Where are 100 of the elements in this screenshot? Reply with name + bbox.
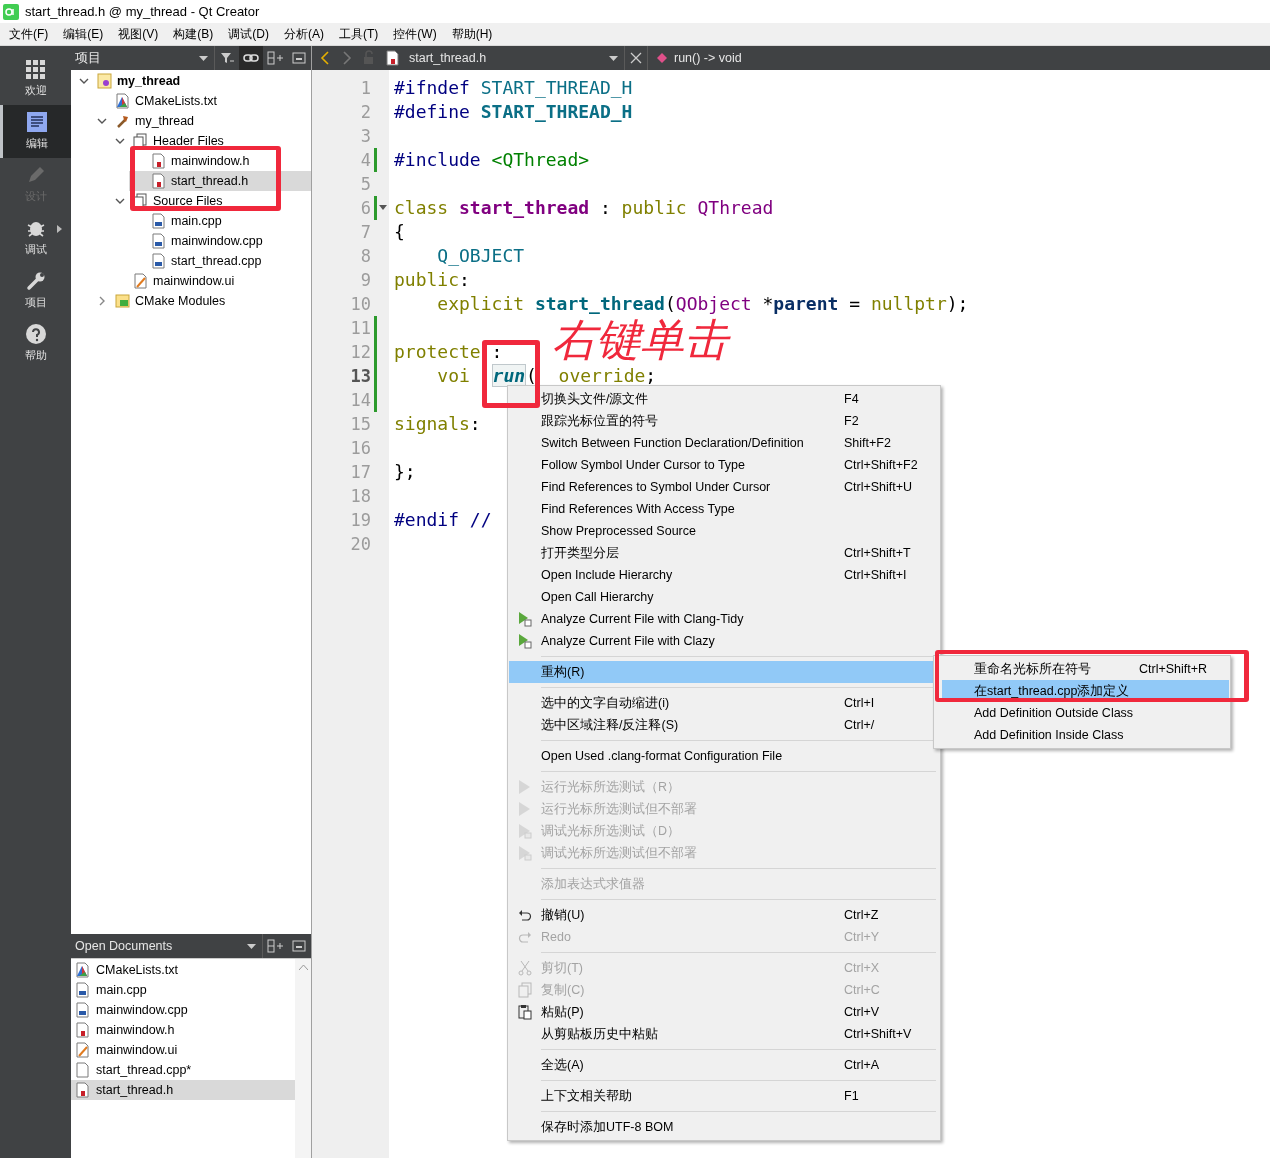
code-line: public:	[394, 269, 470, 290]
menu-item[interactable]: Add Definition Outside Class	[942, 702, 1229, 724]
tree-item[interactable]: Header Files	[111, 131, 311, 151]
menu-item[interactable]: 视图(V)	[111, 23, 167, 45]
menu-item[interactable]: 撤销(U) Ctrl+Z	[509, 904, 939, 926]
line-number: 5	[360, 174, 371, 194]
document-item[interactable]: start_thread.h	[71, 1080, 295, 1100]
line-number: 13	[350, 366, 371, 386]
menu-item[interactable]: 粘贴(P) Ctrl+V	[509, 1001, 939, 1023]
menu-item[interactable]: Analyze Current File with Clazy	[509, 630, 939, 652]
mode-button[interactable]: 欢迎	[0, 52, 71, 105]
code-line: #include <QThread>	[394, 149, 590, 170]
grid-icon[interactable]	[26, 59, 45, 79]
code-line: };	[394, 461, 416, 482]
line-number: 20	[350, 534, 371, 554]
menu-item[interactable]: 控件(W)	[386, 23, 445, 45]
line-number: 1	[360, 78, 371, 98]
mode-button[interactable]: 编辑	[0, 105, 71, 158]
menu-item[interactable]: Find References to Symbol Under Cursor Ctrl+Shift+U	[509, 476, 939, 498]
menu-item[interactable]: Follow Symbol Under Cursor to Type Ctrl+Shift+F2	[509, 454, 939, 476]
menu-item[interactable]: Show Preprocessed Source	[509, 520, 939, 542]
tree-item[interactable]: start_thread.cpp	[129, 251, 311, 271]
tree-item[interactable]: CMake Modules	[93, 291, 311, 311]
menu-item[interactable]: Switch Between Function Declaration/Definition Shift+F2	[509, 432, 939, 454]
menu-item[interactable]: 编辑(E)	[56, 23, 112, 45]
header-file-icon	[151, 153, 167, 169]
document-item[interactable]: CMakeLists.txt	[71, 960, 295, 980]
menu-item[interactable]: Analyze Current File with Clang-Tidy	[509, 608, 939, 630]
line-number: 11	[350, 318, 371, 338]
close-icon[interactable]	[624, 46, 648, 70]
play-icon	[518, 801, 532, 817]
menu-item[interactable]: 构建(B)	[166, 23, 222, 45]
highlight-frame	[482, 340, 540, 408]
code-line: #ifndef START_THREAD_H	[394, 77, 633, 98]
menu-item[interactable]: Find References With Access Type	[509, 498, 939, 520]
tree-item[interactable]: main.cpp	[129, 211, 311, 231]
code-line: class start_thread : public QThread	[394, 197, 774, 218]
menu-item[interactable]: Open Include Hierarchy Ctrl+Shift+I	[509, 564, 939, 586]
fold-arrow-icon[interactable]	[379, 205, 387, 211]
document-item[interactable]: mainwindow.h	[71, 1020, 295, 1040]
menu-item[interactable]: 从剪贴板历史中粘贴 Ctrl+Shift+V	[509, 1023, 939, 1045]
code-line: voi run( override;	[436, 364, 657, 387]
file-group-icon	[133, 193, 149, 209]
tree-item[interactable]: start_thread.h	[129, 171, 311, 191]
line-number: 16	[350, 438, 371, 458]
triangle-file-icon	[115, 93, 131, 109]
symbol-selector[interactable]: run() -> void	[674, 51, 742, 65]
menu-item[interactable]: 打开类型分层 Ctrl+Shift+T	[509, 542, 939, 564]
tree-item[interactable]: mainwindow.cpp	[129, 231, 311, 251]
document-icon[interactable]	[27, 112, 47, 132]
line-number: 17	[350, 462, 371, 482]
menu-item[interactable]: 保存时添加UTF-8 BOM	[509, 1116, 939, 1138]
menu-item[interactable]: 文件(F)	[2, 23, 57, 45]
menu-item[interactable]: 工具(T)	[332, 23, 387, 45]
document-item[interactable]: start_thread.cpp*	[71, 1060, 295, 1080]
tree-item[interactable]: my_thread	[75, 71, 311, 91]
panel-title: Open Documents	[75, 939, 174, 953]
tree-item[interactable]: CMakeLists.txt	[93, 91, 311, 111]
wrench-icon[interactable]	[25, 271, 46, 291]
menu-item[interactable]: 上下文相关帮助 F1	[509, 1085, 939, 1107]
code-line: explicit start_thread(QObject *parent = nullptr);	[436, 293, 969, 314]
source-file-icon	[75, 982, 91, 998]
form-file-icon	[133, 273, 149, 289]
undo-icon	[518, 908, 532, 922]
dropdown-caret-icon[interactable]	[199, 55, 208, 61]
document-item[interactable]: mainwindow.ui	[71, 1040, 295, 1060]
tree-item[interactable]: my_thread	[93, 111, 311, 131]
menu-item[interactable]: 跟踪光标位置的符号 F2	[509, 410, 939, 432]
dropdown-caret-icon[interactable]	[609, 55, 618, 61]
mode-button[interactable]: 帮助	[0, 317, 71, 370]
header-file-icon	[385, 50, 401, 66]
line-number: 3	[360, 126, 371, 146]
scrollbar[interactable]	[295, 959, 311, 1158]
menu-item[interactable]: 调试(D)	[221, 23, 277, 45]
menu-item[interactable]: Add Definition Inside Class	[942, 724, 1229, 746]
file-selector[interactable]: start_thread.h	[409, 51, 607, 65]
mode-button[interactable]: 项目	[0, 264, 71, 317]
line-number: 4	[360, 150, 371, 170]
document-item[interactable]: main.cpp	[71, 980, 295, 1000]
menu-item[interactable]: Open Call Hierarchy	[509, 586, 939, 608]
expand-arrow-icon[interactable]	[57, 225, 62, 233]
line-number: 8	[360, 246, 371, 266]
help-icon[interactable]	[25, 324, 46, 344]
tree-item[interactable]: mainwindow.ui	[111, 271, 311, 291]
menu-item[interactable]: 帮助(H)	[444, 23, 501, 45]
hammer-icon	[115, 113, 131, 129]
tree-item[interactable]: Source Files	[111, 191, 311, 211]
line-number: 12	[350, 342, 371, 362]
link-icon[interactable]	[239, 46, 263, 70]
dropdown-caret-icon[interactable]	[247, 943, 256, 949]
mode-button[interactable]: 调试	[0, 211, 71, 264]
tree-item[interactable]: mainwindow.h	[129, 151, 311, 171]
menu-item[interactable]: 切换头文件/源文件 F4	[509, 388, 939, 410]
menu-item[interactable]: 分析(A)	[277, 23, 332, 45]
menu-item[interactable]: 全选(A) Ctrl+A	[509, 1054, 939, 1076]
menu-item[interactable]: 重命名光标所在符号 Ctrl+Shift+R	[942, 658, 1229, 680]
menu-item[interactable]: Open Used .clang-format Configuration File	[509, 745, 939, 767]
play-bug-icon	[518, 823, 532, 839]
line-number: 9	[360, 270, 371, 290]
document-item[interactable]: mainwindow.cpp	[71, 1000, 295, 1020]
